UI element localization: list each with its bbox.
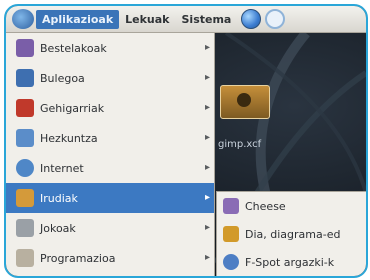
office-icon xyxy=(16,69,34,87)
submenu-arrow-icon: ▸ xyxy=(204,222,210,233)
menu-item-accessories[interactable]: Gehigarriak ▸ xyxy=(6,93,214,123)
submenu-arrow-icon: ▸ xyxy=(204,72,210,83)
menu-item-label: Internet xyxy=(40,161,84,175)
menu-item-office[interactable]: Bulegoa ▸ xyxy=(6,63,214,93)
menu-item-graphics[interactable]: Irudiak ▸ xyxy=(6,183,214,213)
submenu-item-label: F-Spot argazki-k xyxy=(245,255,335,269)
menu-item-games[interactable]: Jokoak ▸ xyxy=(6,213,214,243)
accessories-icon xyxy=(16,99,34,117)
submenu-item-f-spot[interactable]: F-Spot argazki-k xyxy=(217,248,366,276)
submenu-arrow-icon: ▸ xyxy=(204,162,210,173)
menu-item-label: Jokoak xyxy=(40,221,76,235)
dia-diagram-icon xyxy=(223,226,239,242)
menu-item-internet[interactable]: Internet ▸ xyxy=(6,153,214,183)
places-menu-button[interactable]: Lekuak xyxy=(119,10,175,29)
internet-icon xyxy=(16,159,34,177)
applications-menu-button[interactable]: Aplikazioak xyxy=(36,9,120,29)
submenu-item-cheese[interactable]: Cheese xyxy=(217,192,366,220)
submenu-arrow-icon: ▸ xyxy=(204,252,210,263)
menu-item-label: Hezkuntza xyxy=(40,131,98,145)
f-spot-photo-icon xyxy=(223,254,239,270)
applications-menu: Bestelakoak ▸ Bulegoa ▸ Gehigarriak ▸ He… xyxy=(6,33,215,276)
programming-icon xyxy=(16,249,34,267)
menu-item-label: Bestelakoak xyxy=(40,41,107,55)
image-file-icon[interactable] xyxy=(220,85,270,119)
menu-item-label: Gehigarriak xyxy=(40,101,105,115)
submenu-arrow-icon: ▸ xyxy=(204,192,210,203)
help-icon[interactable] xyxy=(265,9,286,29)
submenu-item-label: Cheese xyxy=(245,199,286,213)
screenshot-frame: gimp.xcf Aplikazioak Lekuak Sistema Best… xyxy=(4,4,368,278)
submenu-item-dia[interactable]: Dia, diagrama-ed xyxy=(217,220,366,248)
cheese-webcam-icon xyxy=(223,198,239,214)
graphics-icon xyxy=(16,189,34,207)
menu-item-programming[interactable]: Programazioa ▸ xyxy=(6,243,214,273)
menu-item-other[interactable]: Bestelakoak ▸ xyxy=(6,33,214,63)
games-icon xyxy=(16,219,34,237)
other-apps-icon xyxy=(16,39,34,57)
top-panel: Aplikazioak Lekuak Sistema xyxy=(6,6,366,33)
submenu-arrow-icon: ▸ xyxy=(204,132,210,143)
graphics-submenu: Cheese Dia, diagrama-ed F-Spot argazki-k xyxy=(216,191,366,276)
submenu-item-label: Dia, diagrama-ed xyxy=(245,227,341,241)
submenu-arrow-icon: ▸ xyxy=(204,102,210,113)
menu-item-label: Irudiak xyxy=(40,191,78,205)
education-icon xyxy=(16,129,34,147)
system-menu-button[interactable]: Sistema xyxy=(176,10,238,29)
menu-item-education[interactable]: Hezkuntza ▸ xyxy=(6,123,214,153)
submenu-arrow-icon: ▸ xyxy=(204,42,210,53)
distro-logo-icon[interactable] xyxy=(12,9,34,29)
menu-item-label: Bulegoa xyxy=(40,71,85,85)
menu-item-label: Programazioa xyxy=(40,251,116,265)
desktop-file-label[interactable]: gimp.xcf xyxy=(218,139,261,150)
web-browser-icon[interactable] xyxy=(241,9,262,29)
